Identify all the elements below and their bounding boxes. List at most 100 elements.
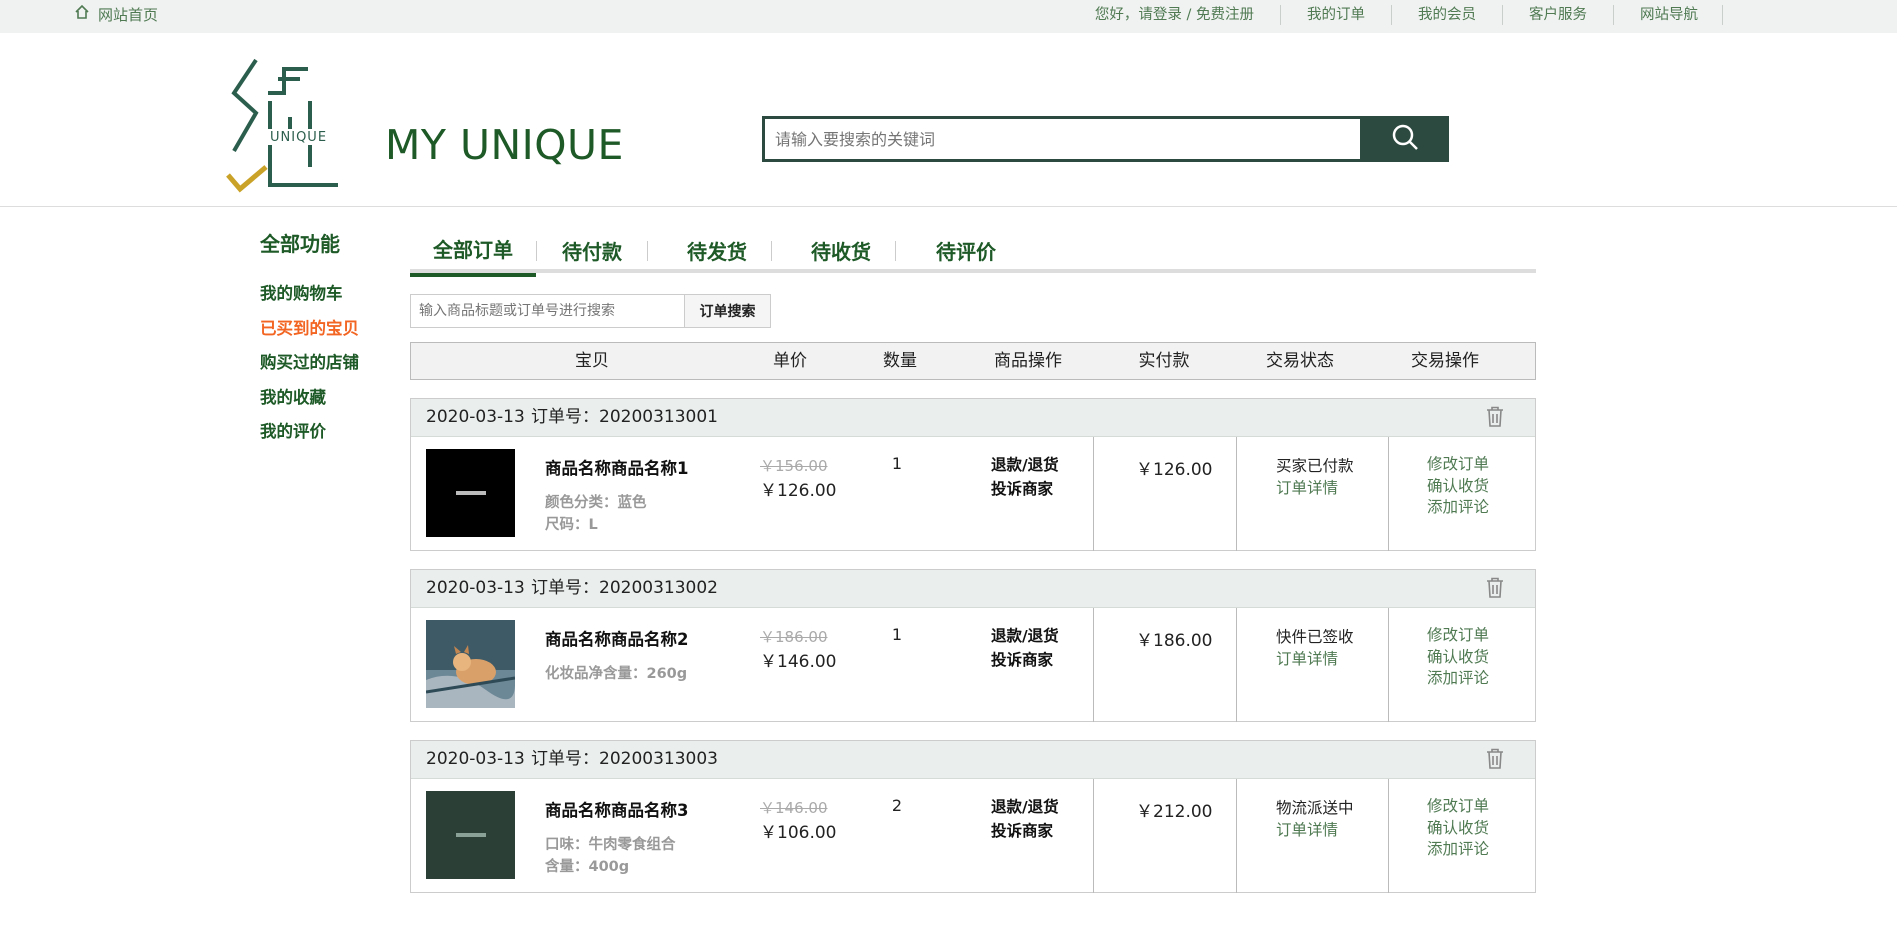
customer-service-link[interactable]: 客户服务 [1503, 5, 1614, 25]
tab-pending-payment[interactable]: 待付款 [537, 228, 647, 273]
sidebar-item-reviews[interactable]: 我的评价 [260, 420, 359, 455]
column-header: 实付款 [1138, 351, 1190, 371]
product-attribute: 化妆品净含量：260g [545, 666, 688, 682]
complain-seller-link[interactable]: 投诉商家 [991, 648, 1059, 672]
order-header: 2020-03-13 订单号：20200313001 [411, 399, 1535, 437]
tab-pending-review[interactable]: 待评价 [896, 228, 1020, 273]
order-number: 订单号：20200313003 [531, 749, 718, 769]
column-header: 数量 [883, 351, 917, 371]
modify-order-link[interactable]: 修改订单 [1427, 454, 1489, 476]
sidebar-item-purchased[interactable]: 已买到的宝贝 [260, 317, 359, 352]
column-divider [1093, 608, 1094, 722]
order-date: 2020-03-13 [426, 407, 525, 427]
add-review-link[interactable]: 添加评论 [1427, 839, 1489, 861]
login-register-link[interactable]: 您好，请登录 / 免费注册 [1069, 5, 1281, 25]
order-tabs: 全部订单 待付款 待发货 待收货 待评价 [410, 228, 1536, 277]
column-divider [1388, 608, 1389, 722]
product-thumbnail[interactable] [426, 449, 515, 537]
paid-amount: ￥126.00 [1136, 460, 1213, 480]
table-header: 宝贝 单价 数量 商品操作 实付款 交易状态 交易操作 [410, 342, 1536, 380]
quantity: 1 [891, 625, 903, 644]
product-name[interactable]: 商品名称商品名称1 [545, 455, 688, 479]
product-operations: 退款/退货 投诉商家 [991, 624, 1059, 672]
product-attribute: 含量：400g [545, 859, 630, 875]
logo-sub-text: UNIQUE [270, 130, 327, 145]
refund-return-link[interactable]: 退款/退货 [991, 624, 1059, 648]
trash-icon[interactable] [1485, 406, 1505, 432]
order-detail-link[interactable]: 订单详情 [1276, 476, 1338, 498]
product-operations: 退款/退货 投诉商家 [991, 453, 1059, 501]
search-button[interactable] [1360, 116, 1449, 162]
original-price: ￥186.00 [760, 628, 828, 646]
confirm-receipt-link[interactable]: 确认收货 [1427, 647, 1489, 669]
unit-price: ￥126.00 [760, 481, 837, 501]
product-attribute: 尺码：L [545, 517, 598, 533]
order-actions: 修改订单 确认收货 添加评论 [1427, 454, 1489, 519]
order-number: 订单号：20200313001 [531, 407, 718, 427]
product-name[interactable]: 商品名称商品名称3 [545, 797, 688, 821]
refund-return-link[interactable]: 退款/退货 [991, 795, 1059, 819]
add-review-link[interactable]: 添加评论 [1427, 497, 1489, 519]
my-orders-link[interactable]: 我的订单 [1281, 5, 1392, 25]
order-header: 2020-03-13 订单号：20200313002 [411, 570, 1535, 608]
logo[interactable]: UNIQUE [226, 55, 346, 199]
trash-icon[interactable] [1485, 577, 1505, 603]
sidebar-item-cart[interactable]: 我的购物车 [260, 282, 359, 317]
order-date: 2020-03-13 [426, 578, 525, 598]
trash-icon[interactable] [1485, 748, 1505, 774]
header: UNIQUE MY UNIQUE [0, 33, 1897, 207]
paid-amount: ￥212.00 [1136, 802, 1213, 822]
column-header: 交易操作 [1411, 351, 1479, 371]
order-actions: 修改订单 确认收货 添加评论 [1427, 625, 1489, 690]
site-nav-link[interactable]: 网站导航 [1614, 5, 1723, 25]
sidebar-item-stores[interactable]: 购买过的店铺 [260, 351, 359, 386]
refund-return-link[interactable]: 退款/退货 [991, 453, 1059, 477]
home-icon [74, 4, 90, 24]
column-divider [1093, 437, 1094, 551]
complain-seller-link[interactable]: 投诉商家 [991, 477, 1059, 501]
product-thumbnail[interactable] [426, 791, 515, 879]
product-thumbnail[interactable] [426, 620, 515, 708]
column-header: 交易状态 [1266, 351, 1334, 371]
add-review-link[interactable]: 添加评论 [1427, 668, 1489, 690]
product-attribute: 口味：牛肉零食组合 [545, 837, 676, 853]
product-attribute: 颜色分类：蓝色 [545, 495, 647, 511]
brand-name: MY UNIQUE [385, 121, 624, 169]
confirm-receipt-link[interactable]: 确认收货 [1427, 476, 1489, 498]
order-detail-link[interactable]: 订单详情 [1276, 647, 1338, 669]
paid-amount: ￥186.00 [1136, 631, 1213, 651]
original-price: ￥146.00 [760, 799, 828, 817]
column-divider [1236, 779, 1237, 893]
product-operations: 退款/退货 投诉商家 [991, 795, 1059, 843]
column-divider [1236, 437, 1237, 551]
order-date: 2020-03-13 [426, 749, 525, 769]
column-header: 商品操作 [994, 351, 1062, 371]
order-status: 物流派送中 [1276, 799, 1354, 817]
order-status: 买家已付款 [1276, 457, 1354, 475]
order-search-input[interactable] [410, 294, 685, 328]
unit-price: ￥106.00 [760, 823, 837, 843]
order-search-button[interactable]: 订单搜索 [685, 294, 771, 328]
modify-order-link[interactable]: 修改订单 [1427, 796, 1489, 818]
modify-order-link[interactable]: 修改订单 [1427, 625, 1489, 647]
sidebar-title: 全部功能 [260, 232, 340, 256]
my-membership-link[interactable]: 我的会员 [1392, 5, 1503, 25]
complain-seller-link[interactable]: 投诉商家 [991, 819, 1059, 843]
order-detail-link[interactable]: 订单详情 [1276, 818, 1338, 840]
tab-pending-shipment[interactable]: 待发货 [648, 228, 771, 273]
search-bar [762, 116, 1449, 162]
tab-all-orders[interactable]: 全部订单 [410, 228, 536, 277]
tab-pending-receipt[interactable]: 待收货 [772, 228, 895, 273]
confirm-receipt-link[interactable]: 确认收货 [1427, 818, 1489, 840]
sidebar-item-favorites[interactable]: 我的收藏 [260, 386, 359, 421]
order-card: 2020-03-13 订单号：20200313003 商品名称商品名称3 口味：… [410, 740, 1536, 893]
home-link[interactable]: 网站首页 [74, 3, 158, 25]
search-input[interactable] [762, 116, 1360, 162]
unit-price: ￥146.00 [760, 652, 837, 672]
product-name[interactable]: 商品名称商品名称2 [545, 626, 688, 650]
order-status: 快件已签收 [1276, 628, 1354, 646]
quantity: 2 [891, 796, 903, 815]
column-header: 单价 [773, 351, 807, 371]
order-actions: 修改订单 确认收货 添加评论 [1427, 796, 1489, 861]
order-search: 订单搜索 [410, 294, 771, 328]
